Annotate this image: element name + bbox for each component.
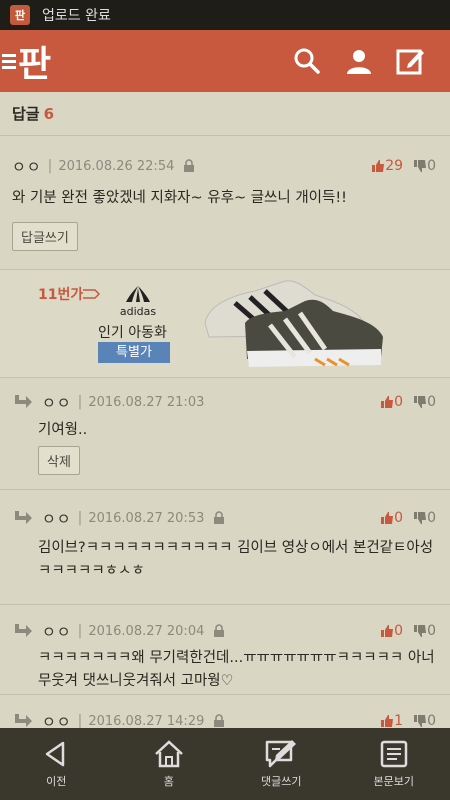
downvote-button[interactable]: 0 (413, 394, 436, 410)
upvote-count: 1 (394, 713, 404, 728)
lock-icon (212, 511, 226, 525)
comment-item: ㅇㅇ | 2016.08.27 14:29 1 0 (0, 695, 450, 728)
thumbs-up-icon (381, 396, 394, 408)
downvote-button[interactable]: 0 (413, 623, 436, 639)
downvote-count: 0 (427, 713, 436, 728)
upvote-button[interactable]: 29 (371, 158, 403, 174)
downvote-count: 0 (427, 510, 436, 526)
thumbs-up-icon (381, 512, 394, 524)
comment-item: ㅇㅇ | 2016.08.27 20:53 0 0 김이브?ㅋㅋㅋㅋㅋㅋㅋㅋㅋㅋ… (0, 490, 450, 605)
status-bar: 판 업로드 완료 (0, 0, 450, 30)
search-icon (294, 48, 320, 74)
comment-author: ㅇㅇ (12, 157, 42, 176)
reply-label: 답글 (12, 105, 40, 123)
ad-badge: 특별가 (98, 342, 170, 363)
delete-button[interactable]: 삭제 (38, 446, 80, 475)
reply-arrow-icon (12, 394, 34, 410)
downvote-count: 0 (427, 394, 436, 410)
lock-icon (212, 714, 226, 728)
lock-icon (182, 159, 196, 173)
nav-view-article-label: 본문보기 (373, 775, 414, 788)
status-notification-text: 업로드 완료 (42, 8, 111, 24)
ad-banner[interactable]: 11번가 adidas 인기 아동화 특별가 (0, 270, 450, 378)
brand-name: adidas (119, 305, 157, 318)
nav-write-comment-label: 댓글쓰기 (261, 775, 302, 788)
lock-icon (212, 624, 226, 638)
upvote-count: 0 (394, 510, 404, 526)
nav-back-label: 이전 (46, 775, 67, 788)
reply-header: 답글 6 (0, 92, 450, 136)
thumbs-down-icon (414, 512, 427, 524)
comment-body: 김이브?ㅋㅋㅋㅋㅋㅋㅋㅋㅋㅋㅋ 김이브 영상ㅇ에서 본건같ㅌ아성 ㅋㅋㅋㅋㅋㅎㅅ… (38, 540, 434, 579)
comment-item: ㅇㅇ | 2016.08.27 21:03 0 0 기여웡.. 삭제 (0, 378, 450, 490)
comment-author: ㅇㅇ (42, 712, 72, 729)
reply-arrow-icon (12, 623, 34, 639)
thumbs-down-icon (414, 160, 427, 172)
upvote-button[interactable]: 0 (380, 623, 403, 639)
comment-author: ㅇㅇ (42, 622, 72, 641)
nav-back[interactable]: 이전 (0, 728, 113, 800)
thumbs-down-icon (414, 396, 427, 408)
comment-author: ㅇㅇ (42, 509, 72, 528)
reply-arrow-icon (12, 510, 34, 526)
comment-date: 2016.08.27 14:29 (88, 713, 205, 729)
app-logo[interactable]: 판 (18, 35, 51, 87)
thumbs-up-icon (381, 625, 394, 637)
thumbs-down-icon (414, 715, 427, 727)
downvote-button[interactable]: 0 (413, 158, 436, 174)
user-icon (347, 50, 371, 74)
profile-button[interactable] (334, 36, 384, 86)
comment-date: 2016.08.27 21:03 (88, 394, 205, 410)
shop-logo: 11번가 (38, 284, 101, 304)
comment-body: ㅋㅋㅋㅋㅋㅋㅋ왜 무기력한건데...ㅠㅠㅠㅠㅠㅠㅠㅋㅋㅋㅋㅋ 아너무웃겨 댓쓰니… (38, 650, 435, 689)
downvote-count: 0 (427, 623, 436, 639)
upvote-count: 29 (385, 158, 404, 174)
adidas-logo-icon: adidas (118, 284, 158, 318)
nav-home[interactable]: 홈 (113, 728, 226, 800)
thumbs-up-icon (372, 160, 385, 172)
comment-body: 와 기분 완전 좋았겠네 지화자~ 유후~ 글쓰니 개이득!! (12, 190, 347, 206)
thumbs-down-icon (414, 625, 427, 637)
reply-count: 6 (43, 104, 55, 123)
home-icon (154, 740, 183, 768)
app-notification-icon: 판 (10, 5, 30, 25)
reply-button[interactable]: 답글쓰기 (12, 222, 78, 251)
write-comment-icon (266, 740, 297, 768)
comment-author: ㅇㅇ (42, 393, 72, 412)
downvote-button[interactable]: 0 (413, 713, 436, 728)
view-article-icon (380, 740, 407, 768)
comment-date: 2016.08.27 20:53 (88, 510, 205, 526)
downvote-count: 0 (427, 158, 436, 174)
downvote-button[interactable]: 0 (413, 510, 436, 526)
search-button[interactable] (282, 36, 332, 86)
comment-date: 2016.08.26 22:54 (58, 158, 175, 174)
nav-write-comment[interactable]: 댓글쓰기 (225, 728, 338, 800)
menu-icon[interactable] (2, 52, 18, 70)
app-bar: 판 (0, 30, 450, 92)
bottom-nav: 이전 홈 댓글쓰기 본문보기 (0, 728, 450, 800)
nav-view-article[interactable]: 본문보기 (338, 728, 450, 800)
write-button[interactable] (386, 36, 436, 86)
upvote-button[interactable]: 1 (380, 713, 403, 728)
comment-item: ㅇㅇ | 2016.08.27 20:04 0 0 ㅋㅋㅋㅋㅋㅋㅋ왜 무기력한건… (0, 605, 450, 695)
upvote-button[interactable]: 0 (380, 394, 403, 410)
shoe-image (204, 280, 383, 367)
reply-arrow-icon (12, 713, 34, 728)
upvote-count: 0 (394, 623, 404, 639)
comment-list: 답글 6 ㅇㅇ | 2016.08.26 22:54 29 0 와 기분 완전 … (0, 92, 450, 728)
ad-title: 인기 아동화 (98, 325, 167, 341)
thumbs-up-icon (381, 715, 394, 727)
back-icon (46, 741, 65, 767)
upvote-button[interactable]: 0 (380, 510, 403, 526)
comment-date: 2016.08.27 20:04 (88, 623, 205, 639)
comment-item: ㅇㅇ | 2016.08.26 22:54 29 0 와 기분 완전 좋았겠네 … (0, 136, 450, 270)
upvote-count: 0 (394, 394, 404, 410)
comment-body: 기여웡.. (38, 422, 88, 438)
nav-home-label: 홈 (163, 775, 174, 788)
compose-icon (396, 49, 424, 75)
